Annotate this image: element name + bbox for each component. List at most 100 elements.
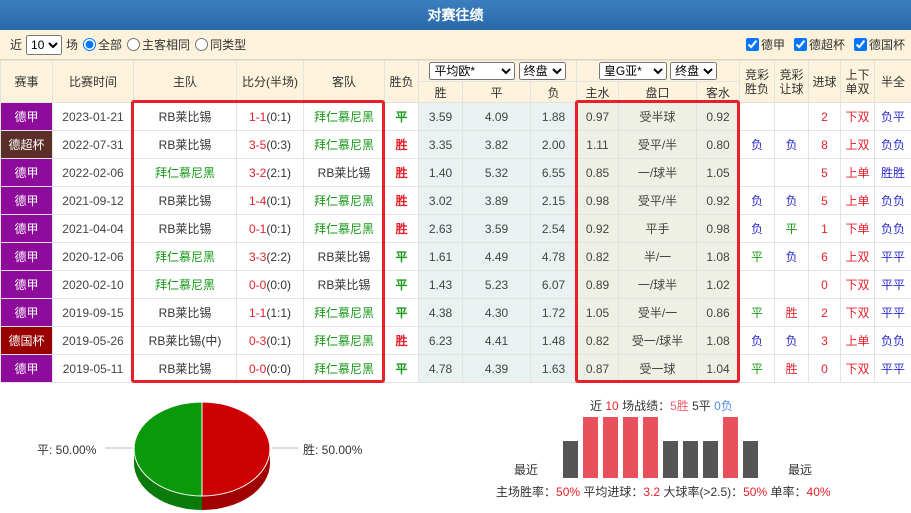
full-score[interactable]: 1-1 [249,110,266,124]
full-score[interactable]: 0-1 [249,222,266,236]
league-badge[interactable]: 德甲 [0,186,53,215]
league-badge[interactable]: 德甲 [0,102,53,131]
handicap: 受一/球半 [618,326,697,355]
trend-bar-win [603,417,618,478]
away-team[interactable]: RB莱比锡 [303,158,385,187]
jc-handicap: 胜 [774,298,809,327]
home-team[interactable]: 拜仁慕尼黑 [133,270,237,299]
table-row: 德甲 2023-01-21 RB莱比锡 1-1(0:1) 拜仁慕尼黑平 3.59 4.09 1… [0,102,911,131]
odds-win: 6.23 [418,326,463,355]
full-score[interactable]: 0-0 [249,362,266,376]
score-cell[interactable]: 0-3(0:1) [236,326,304,355]
over-under: 上双 [840,130,875,159]
full-score[interactable]: 3-5 [249,138,266,152]
away-water: 1.02 [696,270,740,299]
jc-result: 负 [739,214,775,243]
result-badge: 胜 [384,158,419,187]
radio-same-venue[interactable]: 主客相同 [126,36,190,53]
home-team[interactable]: RB莱比锡(中) [133,326,237,355]
full-score[interactable]: 3-2 [249,166,266,180]
home-team[interactable]: RB莱比锡 [133,354,237,383]
away-team[interactable]: RB莱比锡 [303,270,385,299]
score-cell[interactable]: 3-5(0:3) [236,130,304,159]
odds-draw: 3.89 [462,186,531,215]
odds-lose: 2.15 [530,186,577,215]
league-badge[interactable]: 德超杯 [0,130,53,159]
half-full: 平平 [874,298,911,327]
away-team[interactable]: 拜仁慕尼黑 [303,354,385,383]
recent-record: 近 10 场战绩：5胜 5平 0负 [590,399,733,413]
radio-all[interactable]: 全部 [82,36,122,53]
asia-company-select[interactable]: 皇G亚* [598,62,667,80]
away-team[interactable]: 拜仁慕尼黑 [303,214,385,243]
score-cell[interactable]: 0-0(0:0) [236,354,304,383]
euro-company-select[interactable]: 平均欧* [429,62,516,80]
home-team[interactable]: RB莱比锡 [133,130,237,159]
home-team[interactable]: RB莱比锡 [133,298,237,327]
away-team[interactable]: 拜仁慕尼黑 [303,186,385,215]
jc-handicap [774,158,809,187]
score-cell[interactable]: 1-1(0:1) [236,102,304,131]
check-dfb-pokal[interactable]: 德国杯 [853,36,905,53]
full-score[interactable]: 1-4 [249,194,266,208]
away-team[interactable]: 拜仁慕尼黑 [303,298,385,327]
score-cell[interactable]: 0-0(0:0) [236,270,304,299]
away-water: 0.86 [696,298,740,327]
match-date: 2019-05-26 [52,326,134,355]
col-jc-result: 竞彩胜负 [739,60,775,103]
away-team[interactable]: 拜仁慕尼黑 [303,326,385,355]
result-badge: 胜 [384,326,419,355]
full-score[interactable]: 0-0 [249,278,266,292]
col-away: 客队 [303,60,385,103]
section-title: 对赛往绩 [0,0,911,30]
score-cell[interactable]: 1-4(0:1) [236,186,304,215]
half-score: (2:2) [266,249,292,264]
table-row: 德超杯 2022-07-31 RB莱比锡 3-5(0:3) 拜仁慕尼黑胜 3.35 3.82… [0,130,911,159]
jc-result: 负 [739,130,775,159]
odds-win: 3.02 [418,186,463,215]
asia-odds-header: 皇G亚* 终盘 [576,60,740,82]
league-badge[interactable]: 德国杯 [0,326,53,355]
half-score: (0:1) [266,193,292,208]
euro-stage-select[interactable]: 终盘 [518,62,566,80]
home-team[interactable]: RB莱比锡 [133,214,237,243]
full-score[interactable]: 1-1 [249,306,266,320]
trend-bar-draw [703,441,718,478]
odds-win: 4.38 [418,298,463,327]
league-badge[interactable]: 德甲 [0,270,53,299]
full-score[interactable]: 3-3 [249,250,266,264]
odds-lose: 6.07 [530,270,577,299]
home-team[interactable]: 拜仁慕尼黑 [133,158,237,187]
league-badge[interactable]: 德甲 [0,214,53,243]
asia-stage-select[interactable]: 终盘 [670,62,718,80]
full-score[interactable]: 0-3 [249,334,266,348]
league-badge[interactable]: 德甲 [0,354,53,383]
home-team[interactable]: 拜仁慕尼黑 [133,242,237,271]
odds-lose: 1.88 [530,102,577,131]
handicap: 受半球 [618,102,697,131]
col-home: 主队 [133,60,237,103]
league-badge[interactable]: 德甲 [0,158,53,187]
radio-same-type[interactable]: 同类型 [194,36,246,53]
score-cell[interactable]: 3-3(2:2) [236,242,304,271]
league-badge[interactable]: 德甲 [0,242,53,271]
league-badge[interactable]: 德甲 [0,298,53,327]
over-under: 下双 [840,354,875,383]
away-team[interactable]: 拜仁慕尼黑 [303,102,385,131]
over-under: 上单 [840,186,875,215]
score-cell[interactable]: 0-1(0:1) [236,214,304,243]
home-team[interactable]: RB莱比锡 [133,186,237,215]
odds-win: 3.35 [418,130,463,159]
jc-handicap: 负 [774,186,809,215]
check-bundesliga[interactable]: 德甲 [745,36,785,53]
away-team[interactable]: RB莱比锡 [303,242,385,271]
check-supercup[interactable]: 德超杯 [793,36,845,53]
away-team[interactable]: 拜仁慕尼黑 [303,130,385,159]
score-cell[interactable]: 3-2(2:1) [236,158,304,187]
trend-bar-win [643,417,658,478]
score-cell[interactable]: 1-1(1:1) [236,298,304,327]
home-team[interactable]: RB莱比锡 [133,102,237,131]
half-score: (0:1) [266,221,292,236]
match-count-select[interactable]: 10 [26,34,63,55]
half-full: 胜胜 [874,158,911,187]
